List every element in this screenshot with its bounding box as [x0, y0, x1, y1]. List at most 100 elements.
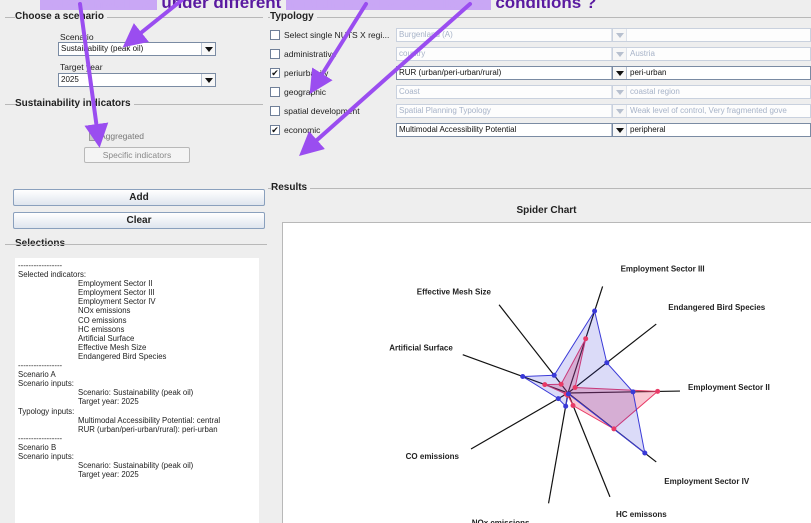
chart-axis-label: Effective Mesh Size	[417, 288, 492, 297]
typology-checkbox[interactable]: ✔	[270, 68, 280, 78]
typology-select[interactable]: Coast	[396, 85, 626, 99]
banner-word-4: conditions ?	[495, 0, 597, 10]
typology-value-select[interactable]: coastal region	[612, 85, 811, 99]
chevron-down-icon[interactable]	[613, 124, 627, 136]
typology-value-select[interactable]: peri-urban	[612, 66, 811, 80]
chart-point[interactable]	[604, 360, 610, 366]
selection-line: Scenario A	[18, 370, 56, 380]
chart-axis-label: NOx emissions	[472, 518, 530, 523]
add-button[interactable]: Add	[13, 189, 265, 206]
chart-point[interactable]	[551, 372, 557, 378]
target-year-label: Target year	[60, 62, 103, 72]
chart-point[interactable]	[520, 374, 526, 379]
chart-point[interactable]	[565, 391, 571, 397]
chart-axis-spoke	[470, 392, 569, 450]
selection-line: Artificial Surface	[78, 333, 135, 343]
selections-group-border	[5, 244, 267, 245]
chart-axis-label: Artificial Surface	[389, 344, 453, 353]
selections-textarea[interactable]: ----------------- Selected indicators: Emp…	[15, 258, 259, 523]
chart-point[interactable]	[555, 396, 561, 402]
chevron-down-icon[interactable]	[201, 43, 215, 55]
results-group-border	[268, 188, 811, 189]
typology-value-select[interactable]	[612, 28, 811, 42]
typology-checkbox[interactable]: ✔	[270, 125, 280, 135]
scenario-select[interactable]: Sustainability (peak oil)	[58, 42, 216, 56]
chart-point[interactable]	[558, 381, 564, 387]
chart-axis-label: CO emissions	[406, 452, 460, 461]
spider-chart-panel: Employment Sector II Employment Sector IV…	[282, 222, 811, 523]
typology-select[interactable]: Spatial Planning Typology	[396, 104, 626, 118]
typology-select[interactable]: Burgenland (A)	[396, 28, 626, 42]
typology-row-label: spatial development	[284, 106, 360, 116]
chart-point[interactable]	[542, 382, 548, 388]
selection-line: Scenario inputs:	[18, 451, 74, 461]
aggregated-checkbox[interactable]	[89, 131, 99, 141]
banner-word-1: sustainability	[40, 0, 157, 10]
selection-line: Target year: 2025	[78, 397, 139, 407]
scenario-label: Scenario	[60, 32, 94, 42]
indicators-panel-title: Sustainability indicators	[15, 98, 134, 109]
chart-axis-label: Endangered Bird Species	[668, 303, 765, 312]
chart-axis-label: HC emissons	[616, 510, 667, 519]
typology-select-value: RUR (urban/peri-urban/rural)	[399, 68, 502, 77]
typology-select-value: Multimodal Accessibility Potential	[399, 125, 517, 134]
typology-select[interactable]: Multimodal Accessibility Potential	[396, 123, 626, 137]
title-banner: sustainability under different multimoda…	[0, 0, 811, 10]
chart-point[interactable]	[592, 308, 598, 314]
selection-line: Effective Mesh Size	[78, 342, 147, 352]
typology-value-select[interactable]: Austria	[612, 47, 811, 61]
banner-word-3: multimodal accessibility	[286, 0, 491, 10]
typology-value-select[interactable]: Weak level of control, Very fragmented g…	[612, 104, 811, 118]
selection-line: Endangered Bird Species	[78, 351, 167, 361]
target-year-select[interactable]: 2025	[58, 73, 216, 87]
typology-value-select-value: peri-urban	[630, 68, 667, 77]
chart-point[interactable]	[655, 388, 661, 394]
chevron-down-icon[interactable]	[613, 48, 627, 60]
chart-axis-label: Employment Sector IV	[664, 477, 750, 486]
typology-value-select[interactable]: peripheral	[612, 123, 811, 137]
chevron-down-icon[interactable]	[613, 105, 627, 117]
selection-line: Scenario inputs:	[18, 379, 74, 389]
specific-indicators-button[interactable]: Specific indicators	[84, 147, 190, 163]
typology-checkbox[interactable]	[270, 30, 280, 40]
typology-row-label: administrative	[284, 49, 337, 59]
banner-word-2: under different	[161, 0, 282, 10]
clear-button[interactable]: Clear	[13, 212, 265, 229]
typology-select[interactable]: RUR (urban/peri-urban/rural)	[396, 66, 626, 80]
typology-select[interactable]: country	[396, 47, 626, 61]
chart-point[interactable]	[572, 385, 578, 390]
typology-select-value: country	[399, 49, 426, 58]
chevron-down-icon[interactable]	[201, 74, 215, 86]
selection-line: RUR (urban/peri-urban/rural): peri-urban	[78, 424, 218, 434]
typology-value-select-value: peripheral	[630, 125, 666, 134]
chart-point[interactable]	[563, 403, 569, 409]
selection-line: Employment Sector II	[78, 279, 153, 289]
typology-value-select-value: Austria	[630, 49, 655, 58]
selection-line: -----------------	[18, 361, 63, 371]
selection-line: Typology inputs:	[18, 406, 75, 416]
selection-line: Target year: 2025	[78, 470, 139, 480]
typology-select-value: Coast	[399, 87, 420, 96]
typology-row-label: periurbanity	[284, 68, 329, 78]
scenario-select-value: Sustainability (peak oil)	[61, 44, 144, 53]
selection-line: -----------------	[18, 261, 63, 270]
chevron-down-icon[interactable]	[613, 86, 627, 98]
selection-line: Scenario: Sustainability (peak oil)	[78, 461, 194, 471]
typology-row-label: Select single NUTS X regi...	[284, 30, 390, 40]
typology-checkbox[interactable]	[270, 49, 280, 59]
chart-point[interactable]	[583, 336, 589, 342]
typology-checkbox[interactable]	[270, 87, 280, 97]
typology-row-label: geographic	[284, 87, 327, 97]
typology-checkbox[interactable]	[270, 106, 280, 116]
chevron-down-icon[interactable]	[613, 29, 627, 41]
results-title: Results	[271, 182, 311, 193]
chart-point[interactable]	[570, 403, 576, 408]
chart-point[interactable]	[630, 389, 636, 395]
chart-point[interactable]	[642, 450, 648, 456]
selection-line: Employment Sector IV	[78, 297, 156, 307]
spider-chart: Employment Sector II Employment Sector IV…	[389, 265, 770, 523]
chart-point[interactable]	[611, 426, 617, 432]
chevron-down-icon[interactable]	[613, 67, 627, 79]
chart-title: Spider Chart	[516, 205, 577, 216]
typology-row-label: economic	[284, 125, 321, 135]
